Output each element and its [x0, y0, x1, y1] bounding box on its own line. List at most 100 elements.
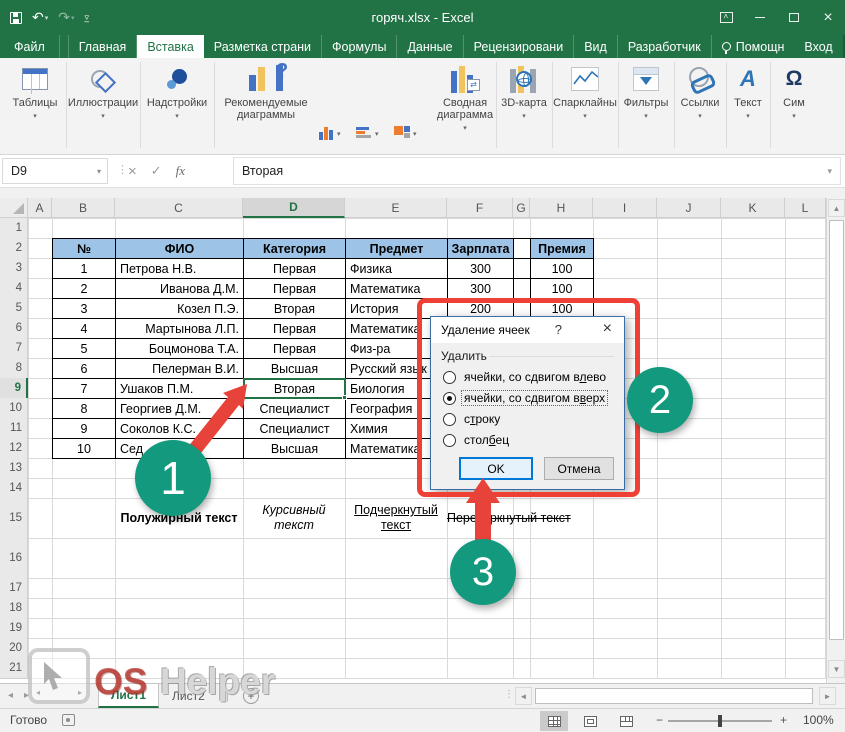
- cell-B8[interactable]: 6: [52, 358, 116, 379]
- row-header-17[interactable]: 17: [0, 578, 28, 599]
- tab-file[interactable]: Файл: [0, 35, 60, 58]
- column-header-L[interactable]: L: [785, 198, 826, 218]
- column-header-C[interactable]: C: [115, 198, 243, 218]
- column-header-K[interactable]: K: [721, 198, 785, 218]
- page-break-view-button[interactable]: [612, 711, 640, 731]
- row-header-11[interactable]: 11: [0, 418, 28, 439]
- row-header-1[interactable]: 1: [0, 218, 28, 239]
- addins-button[interactable]: Надстройки▾: [142, 64, 212, 123]
- row-header-18[interactable]: 18: [0, 598, 28, 619]
- column-chart-button[interactable]: ▾: [318, 120, 354, 146]
- column-header-I[interactable]: I: [593, 198, 657, 218]
- cell-E2[interactable]: Предмет: [345, 238, 448, 259]
- row-header-6[interactable]: 6: [0, 318, 28, 339]
- cell-B11[interactable]: 9: [52, 418, 116, 439]
- cell-E3[interactable]: Физика: [345, 258, 448, 279]
- row-header-5[interactable]: 5: [0, 298, 28, 319]
- cell-D6[interactable]: Первая: [243, 318, 346, 339]
- cell-D5[interactable]: Вторая: [243, 298, 346, 319]
- bar-chart-button[interactable]: ▾: [356, 120, 392, 146]
- tab-data[interactable]: Данные: [397, 35, 463, 58]
- column-header-E[interactable]: E: [345, 198, 447, 218]
- sign-in-button[interactable]: Вход: [794, 35, 842, 58]
- row-header-13[interactable]: 13: [0, 458, 28, 479]
- vertical-scroll-thumb[interactable]: [829, 220, 844, 640]
- filters-button[interactable]: Фильтры▾: [620, 64, 672, 123]
- cell-F4[interactable]: 300: [447, 278, 514, 299]
- macro-record-icon[interactable]: [62, 714, 75, 726]
- row-header-19[interactable]: 19: [0, 618, 28, 639]
- row-header-21[interactable]: 21: [0, 658, 28, 679]
- close-icon[interactable]: ×: [811, 0, 845, 35]
- vertical-scrollbar[interactable]: ▲ ▼: [826, 198, 845, 683]
- cell-D4[interactable]: Первая: [243, 278, 346, 299]
- cancel-formula-icon[interactable]: ×: [128, 163, 137, 180]
- cell-C7[interactable]: Боцмонова Т.А.: [115, 338, 244, 359]
- cell-C8[interactable]: Пелерман В.И.: [115, 358, 244, 379]
- row-header-12[interactable]: 12: [0, 438, 28, 459]
- zoom-slider-thumb[interactable]: [718, 715, 722, 727]
- column-header-J[interactable]: J: [657, 198, 721, 218]
- cell-C2[interactable]: ФИО: [115, 238, 244, 259]
- cell-B4[interactable]: 2: [52, 278, 116, 299]
- cell-F2[interactable]: Зарплата: [447, 238, 514, 259]
- cell-D12[interactable]: Высшая: [243, 438, 346, 459]
- pivot-chart-button[interactable]: ⇄ Сводная диаграмма▾: [436, 64, 494, 135]
- cell-B7[interactable]: 5: [52, 338, 116, 359]
- tab-home[interactable]: Главная: [68, 35, 138, 58]
- cell-C5[interactable]: Козел П.Э.: [115, 298, 244, 319]
- name-box[interactable]: D9▾: [2, 158, 108, 184]
- cell-D2[interactable]: Категория: [243, 238, 346, 259]
- cell-G3[interactable]: [513, 258, 531, 279]
- row-header-15[interactable]: 15: [0, 498, 28, 539]
- cell-G2[interactable]: [513, 238, 531, 259]
- column-header-H[interactable]: H: [530, 198, 593, 218]
- 3d-map-button[interactable]: 3D-карта▾: [498, 64, 550, 123]
- scroll-right-icon[interactable]: ►: [819, 687, 836, 705]
- cell-F3[interactable]: 300: [447, 258, 514, 279]
- cell-C9[interactable]: Ушаков П.М.: [115, 378, 244, 399]
- tab-review[interactable]: Рецензировани: [464, 35, 575, 58]
- sheet-tab-list1[interactable]: Лист1: [98, 684, 159, 708]
- select-all-corner[interactable]: [0, 198, 28, 218]
- row-header-16[interactable]: 16: [0, 538, 28, 579]
- zoom-in-icon[interactable]: +: [780, 713, 787, 727]
- text-button[interactable]: A Текст▾: [728, 64, 768, 123]
- symbols-button[interactable]: Ω Сим▾: [772, 64, 816, 123]
- namebox-dropdown-icon[interactable]: ▾: [97, 167, 101, 176]
- minimize-icon[interactable]: [743, 0, 777, 35]
- cell-H2[interactable]: Премия: [530, 238, 594, 259]
- cell-C4[interactable]: Иванова Д.М.: [115, 278, 244, 299]
- row-header-20[interactable]: 20: [0, 638, 28, 659]
- cell-B3[interactable]: 1: [52, 258, 116, 279]
- cell-C10[interactable]: Георгиев Д.М.: [115, 398, 244, 419]
- column-header-G[interactable]: G: [513, 198, 530, 218]
- cell-H4[interactable]: 100: [530, 278, 594, 299]
- column-header-A[interactable]: A: [28, 198, 52, 218]
- formatted-cell-strike[interactable]: Перечеркнутый текст: [447, 498, 597, 538]
- zoom-out-icon[interactable]: −: [656, 713, 663, 727]
- scroll-up-icon[interactable]: ▲: [828, 199, 845, 217]
- cell-D3[interactable]: Первая: [243, 258, 346, 279]
- sheet-nav-right-icon[interactable]: ▸: [24, 690, 29, 701]
- formatted-cell-underline[interactable]: Подчеркнутый текст: [345, 498, 447, 538]
- cell-B5[interactable]: 3: [52, 298, 116, 319]
- cell-B6[interactable]: 4: [52, 318, 116, 339]
- sheet-nav-left-icon[interactable]: ◂: [8, 690, 13, 701]
- selected-cell-D9[interactable]: [243, 378, 346, 399]
- row-header-9[interactable]: 9: [0, 378, 28, 399]
- hierarchy-chart-button[interactable]: ▾: [394, 120, 430, 146]
- cell-H3[interactable]: 100: [530, 258, 594, 279]
- row-header-10[interactable]: 10: [0, 398, 28, 419]
- cell-C11[interactable]: Соколов К.С.: [115, 418, 244, 439]
- cell-D10[interactable]: Специалист: [243, 398, 346, 419]
- formula-bar-grip[interactable]: ⋮: [117, 163, 127, 176]
- sheet-tab-list2[interactable]: Лист2: [160, 684, 217, 708]
- column-header-F[interactable]: F: [447, 198, 513, 218]
- formatted-cell-italic[interactable]: Курсивный текст: [243, 498, 345, 538]
- zoom-percentage[interactable]: 100%: [803, 713, 834, 727]
- tab-view[interactable]: Вид: [574, 35, 618, 58]
- cell-G4[interactable]: [513, 278, 531, 299]
- column-header-B[interactable]: B: [52, 198, 115, 218]
- enter-formula-icon[interactable]: ✓: [151, 163, 162, 179]
